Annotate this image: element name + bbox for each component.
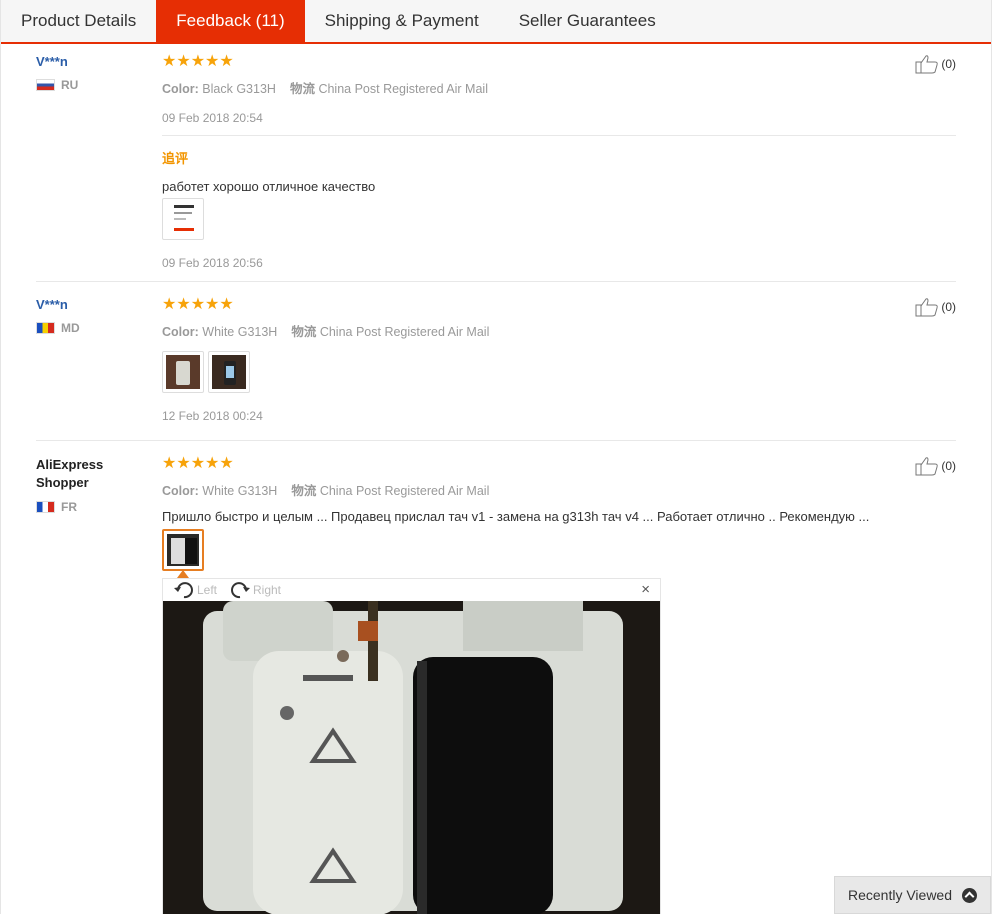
buyer-name-line2: Shopper: [36, 475, 89, 490]
logistics-value: China Post Registered Air Mail: [319, 484, 490, 498]
review-photo-thumbnail[interactable]: [162, 351, 204, 393]
buyer-country: FR: [36, 500, 146, 514]
helpful-count: (0): [941, 300, 956, 314]
additional-feedback-text: работет хорошо отличное качество: [162, 179, 376, 194]
review-item: V***n RU ★★★★★ Color: Black G313H 物流 Chin…: [36, 54, 956, 276]
chevron-up-icon: [962, 887, 978, 903]
logistics-label: 物流: [291, 325, 317, 339]
review-body: ★★★★★ Color: White G313H 物流 China Post Re…: [162, 455, 956, 525]
flag-icon: [36, 501, 55, 513]
thumbs-up-icon: [915, 298, 939, 317]
tab-seller-guarantees[interactable]: Seller Guarantees: [499, 0, 676, 42]
close-viewer-button[interactable]: ×: [641, 582, 650, 598]
buyer-name[interactable]: V***n: [36, 54, 146, 70]
review-body: ★★★★★ Color: Black G313H 物流 China Post Re…: [162, 53, 956, 270]
star-rating: ★★★★★: [162, 455, 234, 472]
review-attributes: Color: Black G313H 物流 China Post Register…: [162, 78, 956, 97]
review-item: V***n MD ★★★★★ Color: White G313H 物流 Chin…: [36, 297, 956, 427]
buyer-info: V***n RU: [36, 54, 146, 92]
rotate-left-icon: [174, 582, 193, 599]
photo-image: [167, 534, 199, 566]
helpful-button[interactable]: (0): [915, 456, 956, 476]
thumbs-up-icon: [915, 55, 939, 74]
product-tabs: Product Details Feedback (11) Shipping &…: [1, 0, 991, 44]
buyer-country: MD: [36, 321, 146, 335]
color-label: Color:: [162, 325, 199, 339]
flag-icon: [36, 79, 55, 91]
review-photo-large: [163, 601, 660, 914]
review-separator: [36, 281, 956, 282]
rotate-left-label: Left: [197, 583, 218, 597]
flag-icon: [36, 322, 55, 334]
color-value: Black G313H: [202, 82, 276, 96]
viewer-pointer: [177, 570, 189, 578]
review-photo-thumbnail[interactable]: [208, 351, 250, 393]
buyer-name[interactable]: V***n: [36, 297, 146, 313]
buyer-info: V***n MD: [36, 297, 146, 335]
photo-image: [166, 202, 200, 236]
logistics-label: 物流: [291, 484, 317, 498]
helpful-button[interactable]: (0): [915, 297, 956, 317]
rotate-right-icon: [231, 582, 250, 599]
star-rating: ★★★★★: [162, 53, 234, 70]
buyer-country: RU: [36, 78, 146, 92]
color-value: White G313H: [202, 325, 278, 339]
review-separator: [36, 440, 956, 441]
rotate-right-button[interactable]: Right: [229, 581, 281, 599]
review-item: AliExpress Shopper FR ★★★★★ Color: White…: [36, 456, 956, 576]
image-viewer: Left Right ×: [162, 578, 661, 914]
tab-shipping-payment[interactable]: Shipping & Payment: [305, 0, 499, 42]
country-code: RU: [61, 78, 79, 92]
additional-feedback-label: 追评: [162, 151, 189, 166]
thumbs-up-icon: [915, 457, 939, 476]
review-attributes: Color: White G313H 物流 China Post Register…: [162, 480, 956, 499]
review-photo-thumbnail[interactable]: [162, 198, 204, 240]
divider: [162, 135, 956, 136]
logistics-label: 物流: [289, 82, 315, 96]
country-code: MD: [61, 321, 80, 335]
helpful-count: (0): [941, 57, 956, 71]
review-date: 09 Feb 2018 20:54: [162, 111, 263, 125]
review-date: 12 Feb 2018 00:24: [162, 409, 263, 423]
buyer-info: AliExpress Shopper FR: [36, 456, 146, 514]
tab-feedback[interactable]: Feedback (11): [156, 0, 305, 42]
additional-feedback-date: 09 Feb 2018 20:56: [162, 256, 263, 270]
star-rating: ★★★★★: [162, 296, 234, 313]
rotate-left-button[interactable]: Left: [173, 581, 217, 599]
country-code: FR: [61, 500, 77, 514]
review-body: ★★★★★ Color: White G313H 物流 China Post Re…: [162, 296, 956, 424]
rotate-right-label: Right: [253, 583, 282, 597]
recently-viewed-button[interactable]: Recently Viewed: [834, 876, 991, 914]
logistics-value: China Post Registered Air Mail: [318, 82, 488, 96]
photo-image: [163, 601, 660, 914]
helpful-count: (0): [941, 459, 956, 473]
recently-viewed-label: Recently Viewed: [847, 887, 953, 903]
photo-image: [166, 355, 200, 389]
tab-product-details[interactable]: Product Details: [1, 0, 156, 42]
color-value: White G313H: [202, 484, 278, 498]
color-label: Color:: [162, 82, 199, 96]
color-label: Color:: [162, 484, 199, 498]
logistics-value: China Post Registered Air Mail: [319, 325, 490, 339]
photo-image: [212, 355, 246, 389]
review-photo-thumbnail-selected[interactable]: [162, 529, 204, 571]
viewer-toolbar: Left Right ×: [163, 579, 660, 601]
feedback-page: Product Details Feedback (11) Shipping &…: [0, 0, 992, 914]
helpful-button[interactable]: (0): [915, 54, 956, 74]
review-text: Пришло быстро и целым ... Продавец присл…: [162, 509, 870, 524]
review-attributes: Color: White G313H 物流 China Post Register…: [162, 321, 956, 340]
buyer-name-line1: AliExpress: [36, 457, 104, 472]
